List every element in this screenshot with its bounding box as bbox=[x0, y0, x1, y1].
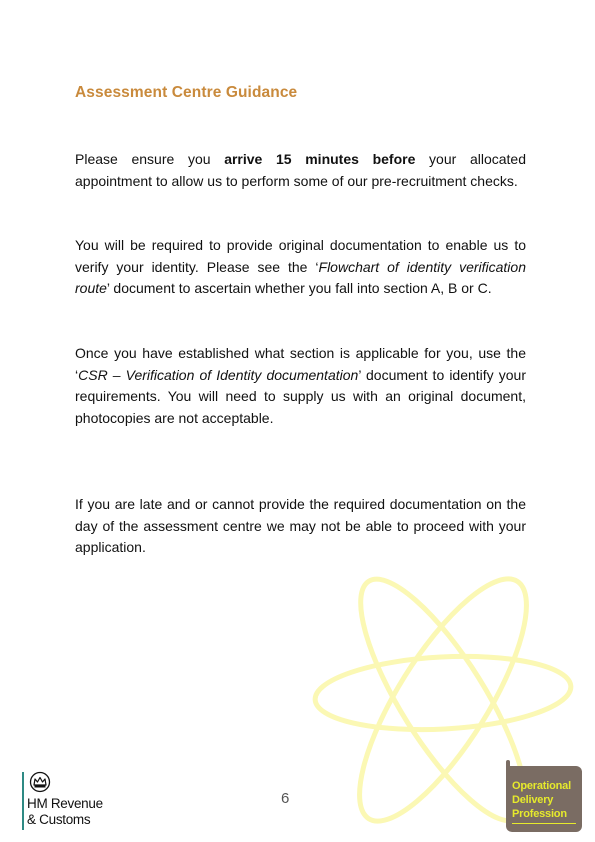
document-reference-csr: CSR – Verification of Identity documenta… bbox=[78, 366, 359, 383]
odp-logo-text: Operational Delivery Profession bbox=[512, 779, 571, 821]
paragraph-documentation: You will be required to provide original… bbox=[75, 235, 526, 300]
bold-emphasis: arrive 15 minutes before bbox=[224, 151, 416, 167]
paragraph-requirements: Once you have established what section i… bbox=[75, 343, 526, 430]
crown-crest-icon bbox=[29, 771, 51, 793]
odp-logo: Operational Delivery Profession bbox=[506, 760, 582, 832]
paragraph-arrival-time: Please ensure you arrive 15 minutes befo… bbox=[75, 149, 526, 192]
paragraph-late-warning: If you are late and or cannot provide th… bbox=[75, 496, 526, 556]
logo-underline bbox=[512, 823, 576, 824]
page-number: 6 bbox=[281, 790, 290, 807]
logo-accent-bar bbox=[22, 772, 24, 830]
hmrc-logo-line2: & Customs bbox=[27, 812, 91, 827]
logo-tab bbox=[506, 760, 510, 768]
text-span: Please ensure you bbox=[75, 151, 225, 167]
hmrc-logo: HM Revenue & Customs bbox=[20, 770, 130, 832]
hmrc-logo-line1: HM Revenue bbox=[27, 796, 103, 811]
odp-logo-line1: Operational bbox=[512, 780, 571, 792]
text-span: ’ document to ascertain whether you fall… bbox=[106, 280, 492, 297]
page-title: Assessment Centre Guidance bbox=[75, 84, 298, 101]
odp-logo-line3: Profession bbox=[512, 808, 567, 820]
odp-logo-line2: Delivery bbox=[512, 794, 554, 806]
